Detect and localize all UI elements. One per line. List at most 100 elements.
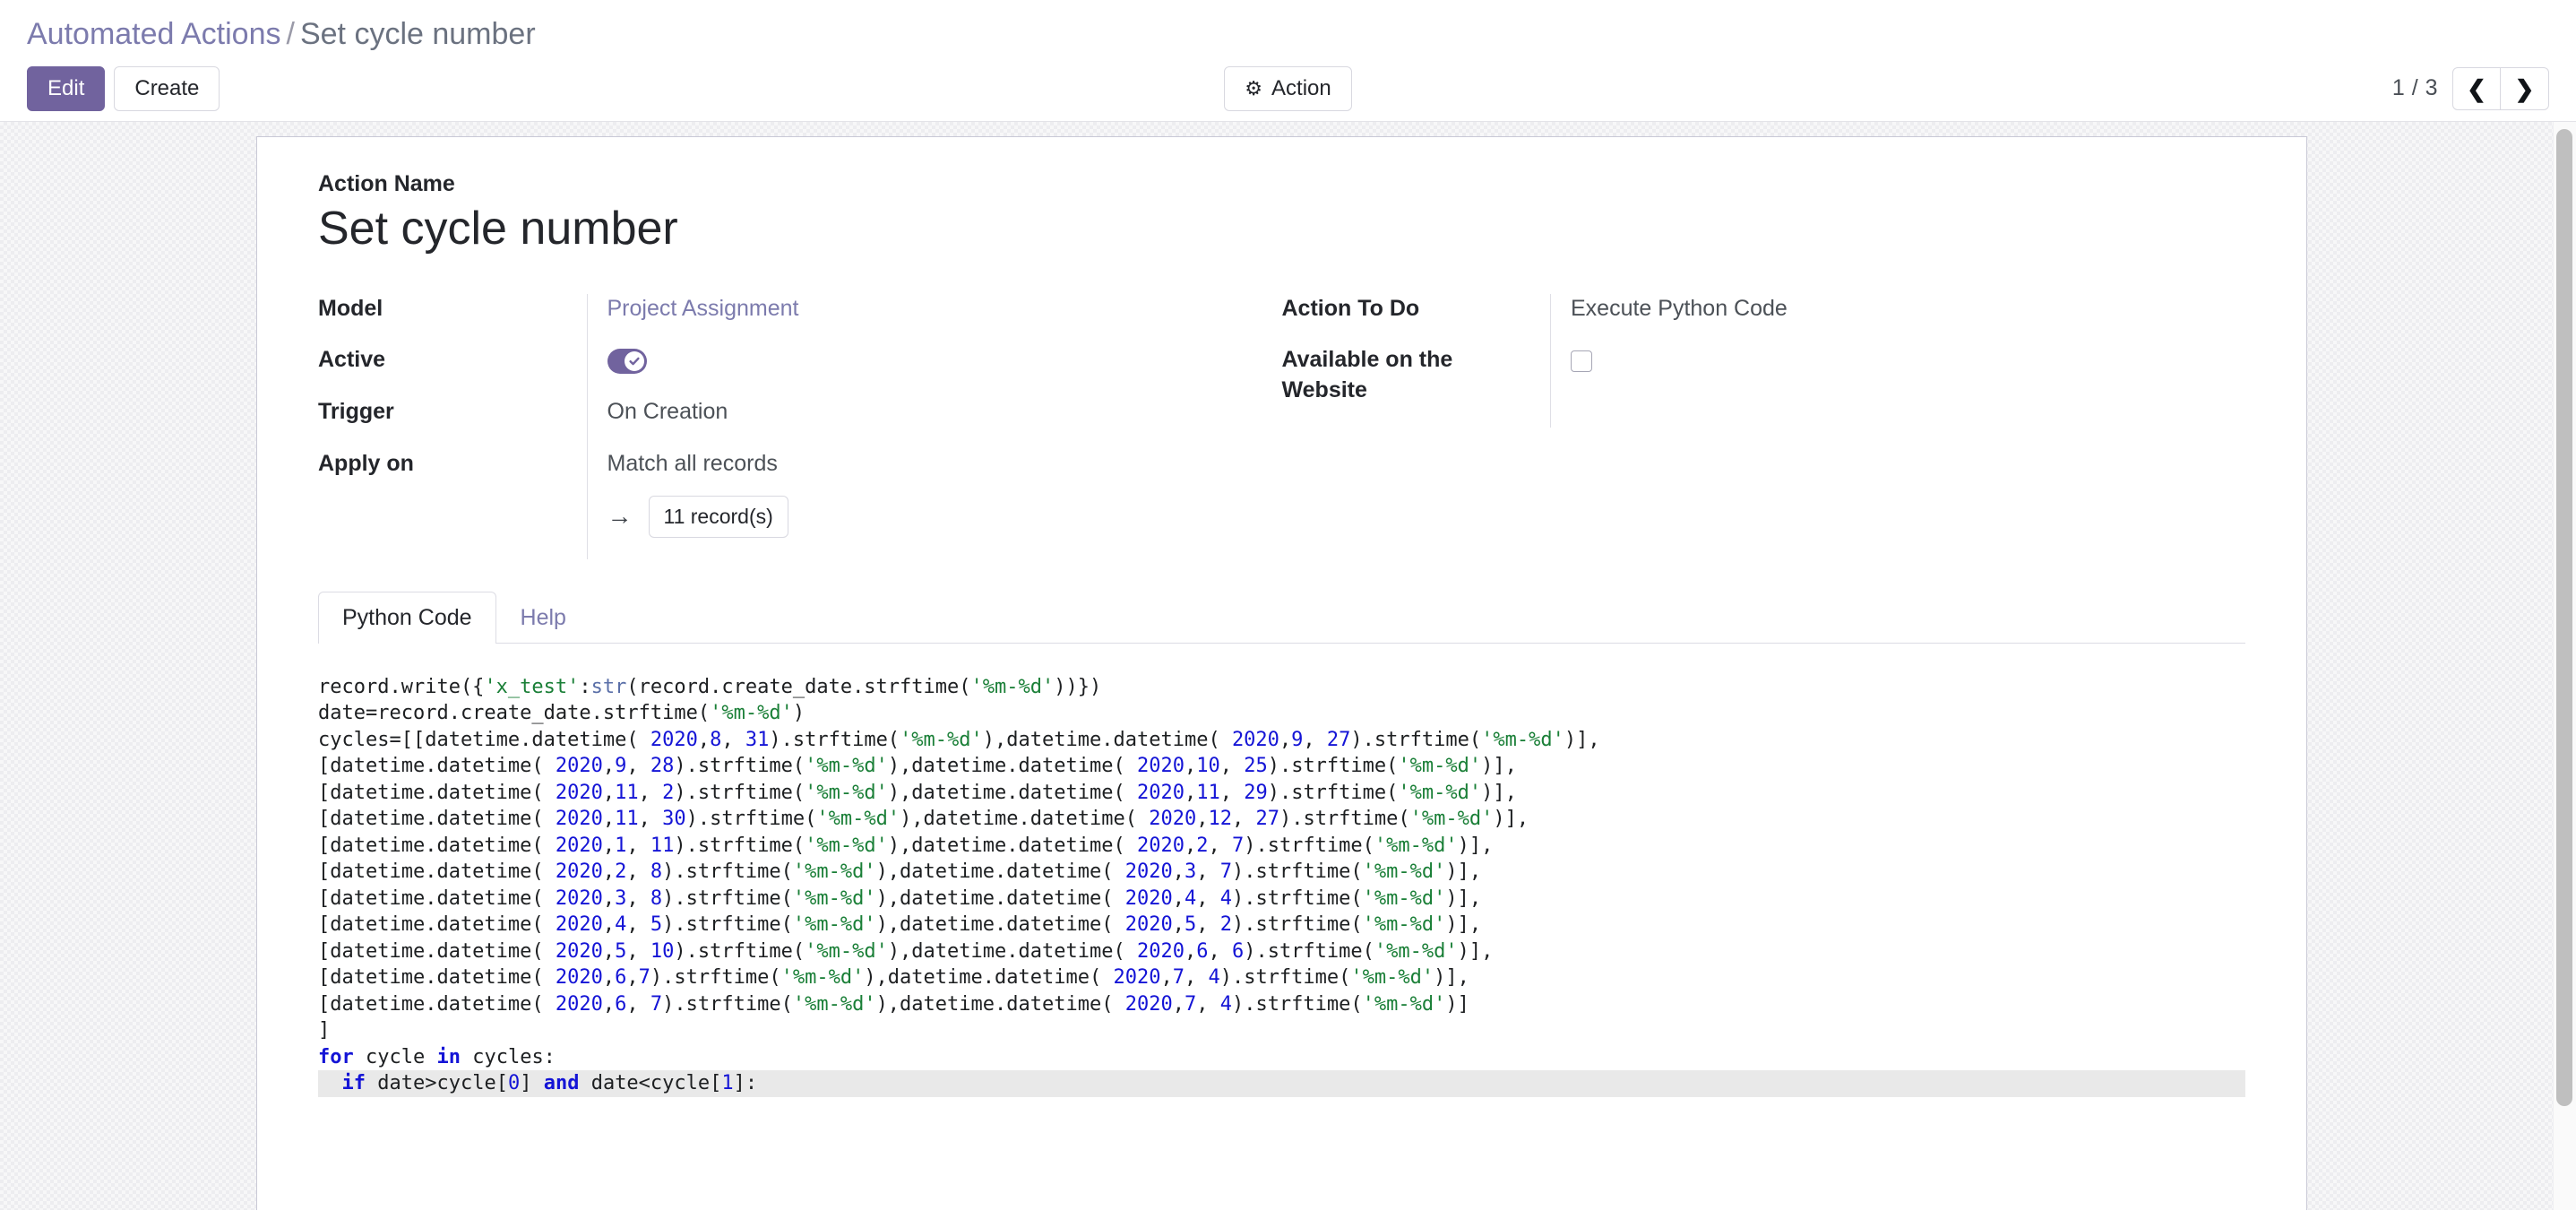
code-token: 11 [615, 781, 639, 804]
code-token: 2020 [1124, 886, 1173, 910]
code-token: if [341, 1072, 366, 1095]
python-code-editor[interactable]: record.write({'x_test':str(record.create… [318, 674, 2245, 1097]
model-link[interactable]: Project Assignment [607, 296, 799, 321]
code-token: 2020 [1136, 755, 1185, 778]
code-token: )], [1434, 966, 1469, 990]
field-label-available-on-website: Available on the Website [1281, 347, 1453, 403]
code-token: , [602, 939, 616, 963]
code-token: '%m-%d' [792, 913, 876, 937]
code-token: ).strftime( [674, 755, 806, 778]
code-token: , [626, 992, 650, 1016]
code-token: 9 [615, 755, 627, 778]
available-on-website-checkbox[interactable] [1571, 350, 1592, 372]
action-name-label: Action Name [318, 170, 455, 196]
code-token: 7 [1219, 860, 1232, 884]
code-token: )], [1457, 834, 1494, 857]
records-row: → 11 record(s) [607, 495, 1228, 538]
code-token: , [1184, 834, 1197, 857]
right-field-table: Action To Do Execute Python Code Availab… [1281, 293, 2192, 428]
page-scrollbar-thumb[interactable] [2556, 128, 2572, 1106]
code-token: , [1184, 781, 1197, 804]
code-line: [datetime.datetime( 2020,9, 28).strftime… [318, 753, 2245, 780]
pager-previous-button[interactable]: ❮ [2452, 66, 2501, 110]
tab-help[interactable]: Help [496, 592, 590, 644]
code-token: )], [1445, 860, 1482, 884]
page-scrollbar-track[interactable] [2553, 121, 2576, 1210]
code-token: , [1208, 939, 1232, 963]
code-token: , [638, 781, 663, 804]
code-token: 2020 [1124, 992, 1173, 1016]
code-token: 30 [662, 808, 686, 831]
code-token: )], [1493, 808, 1529, 831]
code-token: , [602, 781, 616, 804]
field-row-available-on-website: Available on the Website [1281, 345, 2192, 428]
active-toggle[interactable] [607, 348, 647, 374]
code-token: [datetime.datetime( [318, 886, 556, 910]
code-token: [datetime.datetime( [318, 939, 556, 963]
code-token: [datetime.datetime( [318, 755, 556, 778]
code-token: ).strftime( [674, 781, 806, 804]
arrow-right-icon: → [607, 502, 633, 531]
apply-on-text: Match all records [607, 450, 778, 476]
code-token: , [1196, 992, 1220, 1016]
code-token: '%m-%d' [792, 860, 876, 884]
record-buttons: Edit Create [27, 65, 220, 111]
edit-button[interactable]: Edit [27, 65, 106, 111]
code-token: date>cycle[ [366, 1072, 508, 1095]
code-token: )], [1481, 781, 1517, 804]
code-token: '%m-%d' [780, 966, 865, 990]
code-token: [datetime.datetime( [318, 966, 556, 990]
code-line: record.write({'x_test':str(record.create… [318, 674, 2245, 701]
code-token: '%m-%d' [805, 755, 888, 778]
code-token: )] [1445, 992, 1469, 1016]
tab-python-code[interactable]: Python Code [318, 591, 496, 644]
code-line: if date>cycle[0] and date<cycle[1]: [318, 1070, 2245, 1097]
code-token: '%m-%d' [1481, 728, 1564, 751]
code-token: 6 [1231, 939, 1245, 963]
code-token: )], [1445, 886, 1482, 910]
code-line: [datetime.datetime( 2020,4, 5).strftime(… [318, 912, 2245, 938]
code-token: 7 [1231, 834, 1245, 857]
code-token: )], [1445, 913, 1482, 937]
code-token: 2020 [555, 834, 603, 857]
code-token: 31 [745, 728, 770, 751]
breadcrumb-root-link[interactable]: Automated Actions [27, 17, 281, 51]
action-menu-label: Action [1271, 75, 1331, 100]
code-token: 10 [650, 939, 675, 963]
record-count-button[interactable]: 11 record(s) [648, 495, 788, 538]
code-token: '%m-%d' [1409, 808, 1494, 831]
code-token: ] [318, 1019, 331, 1042]
code-token: , [602, 966, 616, 990]
code-token: ).strftime( [1244, 834, 1374, 857]
code-token: 1 [721, 1072, 734, 1095]
field-row-active: Active [318, 345, 1228, 398]
action-menu-button[interactable]: ⚙ Action [1224, 65, 1352, 111]
code-token: ).strftime( [674, 939, 806, 963]
code-token: ),datetime.datetime( [875, 886, 1125, 910]
code-line: [datetime.datetime( 2020,1, 11).strftime… [318, 833, 2245, 860]
code-token: ).strftime( [769, 728, 900, 751]
code-token: ),datetime.datetime( [875, 913, 1125, 937]
code-token: '%m-%d' [1362, 860, 1446, 884]
code-token: 27 [1255, 808, 1279, 831]
code-token: , [1160, 966, 1173, 990]
code-line: [datetime.datetime( 2020,6,7).strftime('… [318, 964, 2245, 991]
field-label-model: Model [318, 295, 383, 321]
field-value-action-to-do: Execute Python Code [1550, 293, 2192, 346]
code-token: ),datetime.datetime( [887, 755, 1137, 778]
code-token: 2 [1196, 834, 1209, 857]
code-token: )], [1564, 728, 1600, 751]
code-token: , [602, 834, 616, 857]
code-token: [datetime.datetime( [318, 860, 556, 884]
code-token: 25 [1244, 755, 1268, 778]
create-button[interactable]: Create [114, 65, 220, 111]
code-token: 5 [650, 913, 663, 937]
code-token: 2 [1219, 913, 1232, 937]
pager-next-button[interactable]: ❯ [2501, 66, 2549, 110]
code-token: , [1208, 834, 1232, 857]
code-token: '%m-%d' [1362, 913, 1446, 937]
control-panel: Edit Create ⚙ Action 1 / 3 ❮ ❯ [0, 56, 2576, 121]
code-token: , [602, 808, 616, 831]
field-row-model: Model Project Assignment [318, 293, 1228, 346]
